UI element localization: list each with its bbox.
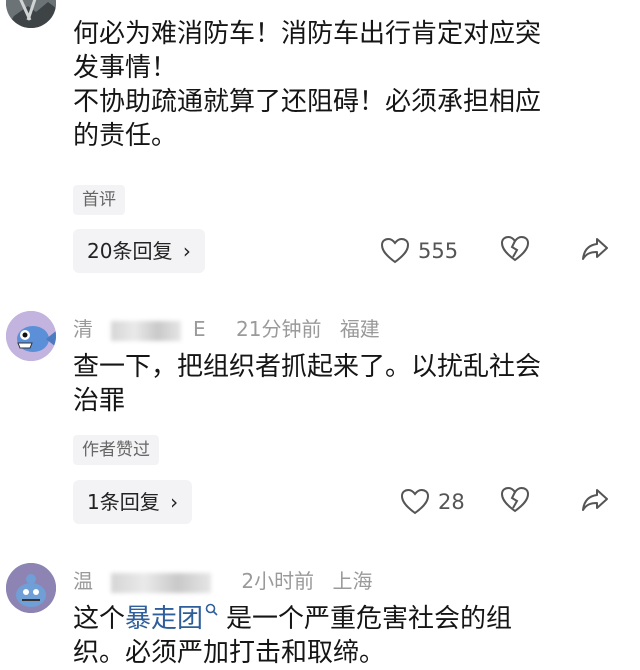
heart-outline-icon bbox=[400, 488, 430, 515]
view-replies-button[interactable]: 1条回复 › bbox=[73, 480, 193, 524]
like-button[interactable]: 555 bbox=[380, 231, 458, 271]
view-replies-button[interactable]: 20条回复 › bbox=[73, 229, 205, 273]
text-segment: 这个 bbox=[73, 604, 126, 634]
comment-meta: 清E 21分钟前 福建 bbox=[73, 313, 392, 342]
reply-count-label: 1条回复 bbox=[87, 490, 160, 514]
comment-text: 查一下，把组织者抓起来了。以扰乱社会 治罪 bbox=[73, 350, 618, 418]
redacted-username bbox=[111, 572, 211, 593]
search-term-text: 暴走团 bbox=[125, 604, 204, 634]
username[interactable]: 清E bbox=[73, 317, 218, 341]
redacted-username bbox=[111, 320, 181, 341]
avatar-image bbox=[6, 311, 56, 361]
chevron-right-icon: › bbox=[170, 490, 179, 514]
comment-line: 不协助疏通就算了还阻碍！必须承担相应 bbox=[73, 87, 542, 117]
broken-heart-icon[interactable] bbox=[500, 235, 530, 263]
comment-meta: 温 2小时前 上海 bbox=[73, 565, 384, 594]
username[interactable]: 温 bbox=[73, 569, 223, 593]
broken-heart-icon[interactable] bbox=[500, 486, 530, 514]
avatar-image bbox=[6, 563, 56, 613]
username-start: 清 bbox=[73, 317, 93, 341]
comment-line: 何必为难消防车！消防车出行肯定对应突 bbox=[73, 19, 542, 49]
comment-actions: 555 bbox=[380, 231, 620, 271]
comment-line: 查一下，把组织者抓起来了。以扰乱社会 bbox=[73, 352, 542, 382]
chevron-right-icon: › bbox=[182, 239, 191, 263]
comment-text: 这个暴走团 是一个严重危害社会的组 织。必须严加打击和取缔。 bbox=[73, 602, 618, 670]
comment-location: 福建 bbox=[339, 317, 380, 341]
like-button[interactable]: 28 bbox=[400, 482, 465, 522]
avatar[interactable] bbox=[6, 563, 56, 613]
comment-line: 的责任。 bbox=[73, 121, 178, 151]
avatar[interactable] bbox=[6, 311, 56, 361]
share-arrow-icon[interactable] bbox=[580, 235, 610, 263]
like-count: 28 bbox=[438, 490, 465, 514]
username-start: 温 bbox=[73, 569, 93, 593]
reply-count-label: 20条回复 bbox=[87, 239, 173, 263]
comment-line: 这个暴走团 是一个严重危害社会的组 bbox=[73, 602, 618, 636]
username-end: E bbox=[193, 317, 206, 341]
share-arrow-icon[interactable] bbox=[580, 486, 610, 514]
comment-line: 发事情！ bbox=[73, 53, 178, 83]
comment-time: 2小时前 bbox=[241, 569, 315, 593]
comment-location: 上海 bbox=[332, 569, 373, 593]
comment-actions: 28 bbox=[400, 482, 640, 522]
comment-line: 治罪 bbox=[73, 386, 126, 416]
heart-outline-icon bbox=[380, 237, 410, 264]
author-liked-tag: 作者赞过 bbox=[73, 435, 159, 465]
text-segment: 是一个严重危害社会的组 bbox=[226, 604, 513, 634]
search-icon bbox=[205, 603, 218, 616]
first-comment-tag: 首评 bbox=[73, 185, 125, 215]
search-term-link[interactable]: 暴走团 bbox=[125, 603, 220, 634]
like-count: 555 bbox=[418, 239, 459, 263]
comment-line: 织。必须严加打击和取缔。 bbox=[73, 638, 386, 668]
comment-time: 21分钟前 bbox=[236, 317, 322, 341]
comment-text: 何必为难消防车！消防车出行肯定对应突 发事情！ 不协助疏通就算了还阻碍！必须承担… bbox=[73, 17, 618, 153]
avatar[interactable] bbox=[6, 0, 56, 28]
avatar-image bbox=[6, 0, 56, 28]
